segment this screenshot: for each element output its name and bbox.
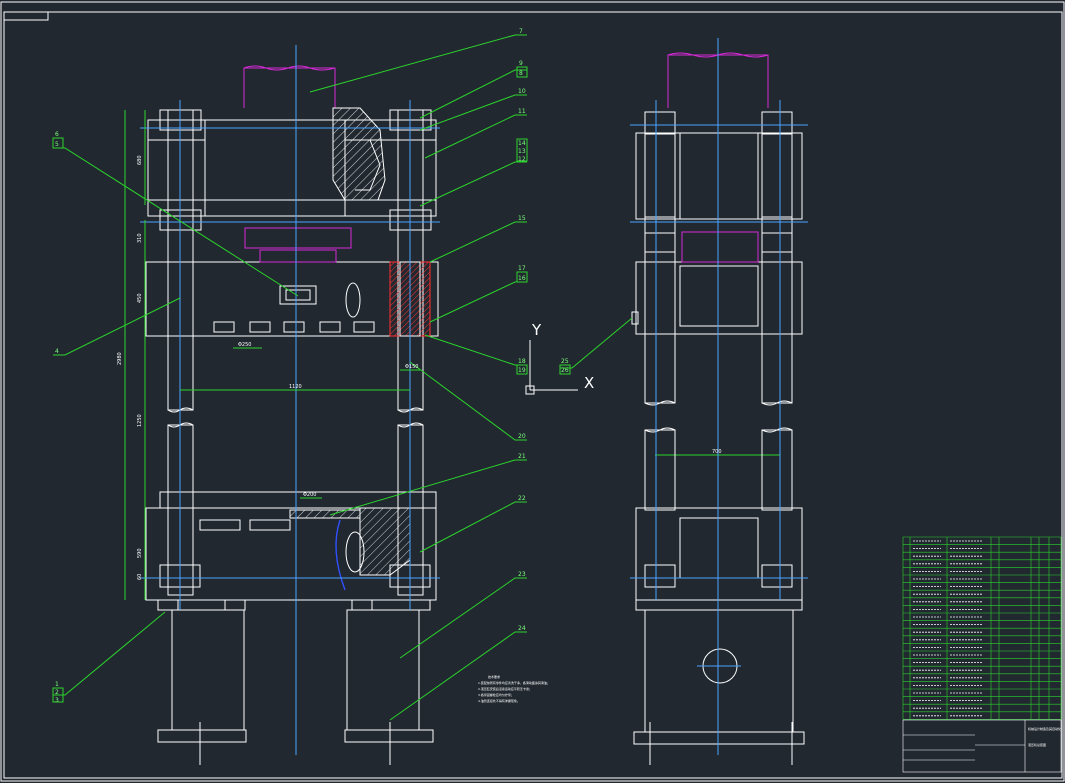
dim-column-dia: Φ150	[405, 364, 418, 370]
balloon-11: 11	[518, 108, 526, 115]
dim-upper-beam: 680	[137, 155, 143, 165]
dim-side-span: 700	[712, 449, 722, 455]
part-balloons: 6 5 4 1 2 3 7 9 8 10 11 14 13 12 15 17 1…	[52, 28, 571, 704]
axis-x-label: X	[584, 374, 594, 392]
technical-notes: 技术要求 1.装配前所有零件均应清洗干净，各滑动面涂润滑油； 2.液压缸安装后活…	[478, 674, 550, 703]
notes-title: 技术要求	[488, 674, 500, 679]
note-3: 3.各紧固螺栓应均匀拧紧；	[478, 692, 514, 697]
dim-base-low: 60	[137, 574, 143, 580]
balloon-16: 16	[518, 275, 526, 282]
slide-window	[279, 285, 317, 305]
note-1: 1.装配前所有零件均应清洗干净，各滑动面涂润滑油；	[478, 680, 550, 685]
cad-drawing-canvas: 6 5 4 1 2 3 7 9 8 10 11 14 13 12 15 17 1…	[0, 1, 1065, 782]
side-slide	[635, 261, 803, 335]
note-2: 2.液压缸安装后活塞运动应平稳无卡滞；	[478, 686, 532, 691]
left-leg	[171, 609, 245, 731]
side-base	[635, 507, 803, 601]
balloon-10: 10	[518, 88, 526, 95]
dim-base: 590	[137, 548, 143, 558]
balloon-12: 12	[518, 156, 526, 163]
upper-beam	[147, 119, 437, 217]
balloon-9: 9	[519, 60, 523, 67]
balloon-6: 6	[55, 131, 59, 138]
balloon-8: 8	[519, 70, 523, 77]
balloon-7: 7	[519, 28, 523, 35]
axis-y-label: Y	[531, 321, 542, 339]
balloon-15: 15	[518, 215, 526, 222]
parts-list-table	[902, 536, 1062, 720]
front-dimensions	[124, 110, 780, 600]
balloon-2: 2	[55, 689, 59, 696]
balloon-26: 26	[561, 367, 569, 374]
side-centerlines	[630, 38, 808, 755]
balloon-1: 1	[55, 681, 59, 688]
balloon-4: 4	[55, 348, 59, 355]
balloon-20: 20	[518, 433, 526, 440]
dim-slide: 450	[137, 293, 143, 303]
balloon-22: 22	[518, 495, 526, 502]
balloon-21: 21	[518, 453, 526, 460]
balloon-25: 25	[561, 358, 569, 365]
balloon-19: 19	[518, 367, 526, 374]
balloon-24: 24	[518, 625, 526, 632]
right-leg	[346, 609, 420, 731]
note-4: 4.油管连接处不得有渗漏现象。	[478, 698, 520, 703]
balloon-3: 3	[55, 697, 59, 704]
dim-tslot: Φ250	[238, 342, 251, 348]
title-block-company: 机械设计制造及其自动化	[1028, 726, 1061, 731]
dim-overall-height: 2980	[117, 352, 123, 365]
dim-stroke: 1250	[137, 414, 143, 427]
balloon-17: 17	[518, 265, 526, 272]
front-view	[145, 65, 439, 765]
balloon-14: 14	[518, 140, 526, 147]
balloon-5: 5	[55, 141, 59, 148]
balloon-18: 18	[518, 358, 526, 365]
side-leg	[644, 609, 794, 733]
dim-column-span: 1120	[289, 384, 302, 390]
title-block-subtitle: 液压机总装图	[1028, 742, 1046, 747]
cylinder-hatch-section	[332, 107, 386, 201]
side-upper-beam	[635, 132, 803, 220]
balloon-23: 23	[518, 571, 526, 578]
front-centerlines	[140, 45, 440, 755]
dimension-texts: 2980 680 310 450 1250 590 60 1120 Φ150 Φ…	[117, 155, 722, 580]
cylinder-outline	[243, 67, 336, 108]
dim-gap: 310	[137, 233, 143, 243]
dim-tslot2: Φ200	[303, 492, 316, 498]
balloon-13: 13	[518, 148, 526, 155]
